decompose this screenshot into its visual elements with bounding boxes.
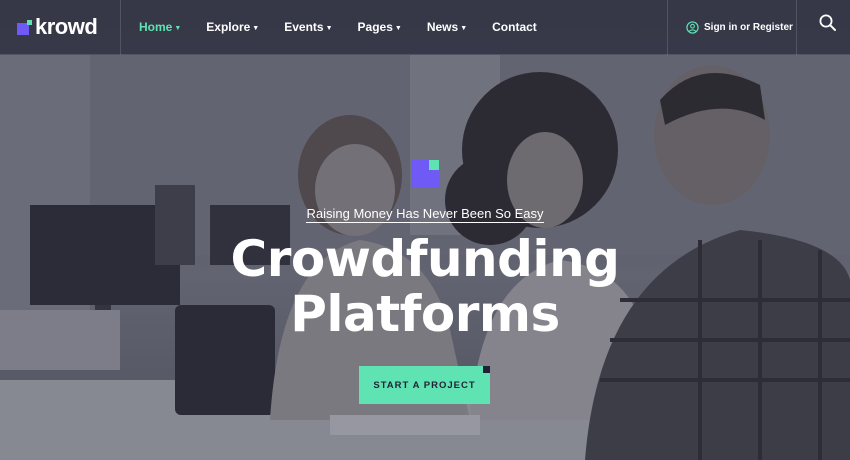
main-nav: Home ▼ Explore ▼ Events ▼ Pages ▼ News ▼… (121, 0, 562, 55)
nav-item-label: Home (139, 20, 173, 34)
nav-item-contact[interactable]: Contact (492, 20, 537, 34)
chevron-down-icon: ▼ (174, 24, 182, 32)
cta-label: START A PROJECT (373, 379, 476, 391)
nav-item-label: Contact (492, 20, 537, 34)
hero-tagline-text: Raising Money Has Never Been So Easy (306, 206, 544, 223)
logo-mark-icon (17, 19, 32, 35)
nav-item-events[interactable]: Events ▼ (284, 20, 332, 34)
nav-item-label: Explore (206, 20, 251, 34)
cta-corner-accent (483, 366, 490, 373)
chevron-down-icon: ▼ (252, 24, 260, 32)
hero-badge-icon (411, 160, 439, 188)
nav-item-explore[interactable]: Explore ▼ (206, 20, 259, 34)
signin-register-link[interactable]: Sign in or Register (667, 0, 797, 55)
search-icon (819, 14, 836, 31)
hero-title-line1: Crowdfunding (230, 230, 620, 288)
hero-title-line2: Platforms (290, 285, 560, 343)
chevron-down-icon: ▼ (394, 24, 402, 32)
nav-item-label: Pages (357, 20, 393, 34)
chevron-down-icon: ▼ (325, 24, 333, 32)
start-project-button[interactable]: START A PROJECT (359, 366, 490, 404)
brand-logo[interactable]: krowd (0, 0, 121, 55)
hero-title: Crowdfunding Platforms (0, 232, 850, 342)
brand-name: krowd (35, 14, 98, 39)
chevron-down-icon: ▼ (460, 24, 468, 32)
user-circle-icon (686, 21, 699, 34)
nav-item-pages[interactable]: Pages ▼ (358, 20, 402, 34)
nav-item-news[interactable]: News ▼ (427, 20, 467, 34)
site-header: krowd Home ▼ Explore ▼ Events ▼ Pages ▼ … (0, 0, 850, 55)
signin-label: Sign in or Register (704, 22, 793, 33)
nav-item-label: News (426, 20, 459, 34)
hero-tagline: Raising Money Has Never Been So Easy (0, 206, 850, 223)
nav-item-label: Events (284, 20, 324, 34)
search-button[interactable] (818, 13, 838, 33)
nav-item-home[interactable]: Home ▼ (139, 20, 181, 34)
